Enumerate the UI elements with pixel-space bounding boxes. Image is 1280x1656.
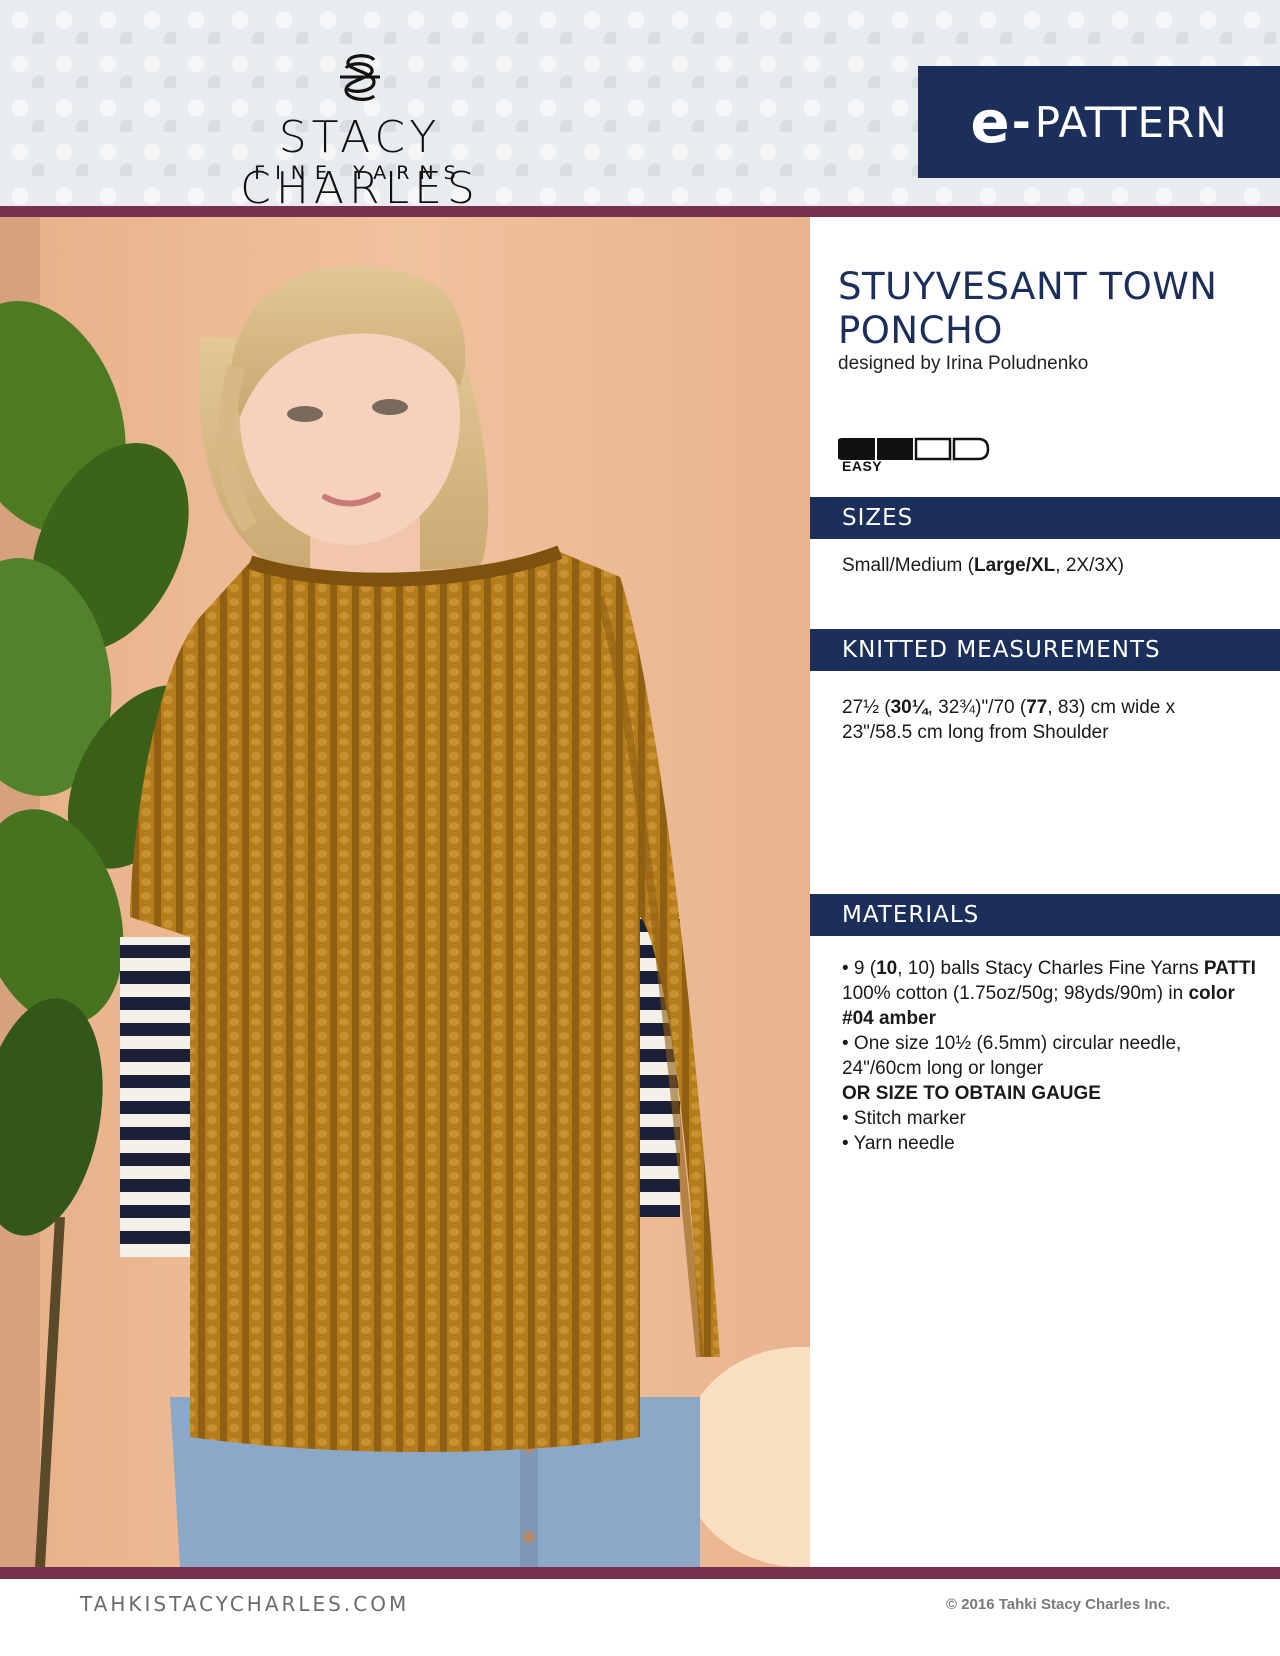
measurements-part-4: 77 [1026,697,1048,718]
measurements-part-6: 23"/58.5 cm long from Shoulder [842,722,1109,743]
copyright-notice: © 2016 Tahki Stacy Charles Inc. [946,1596,1171,1613]
materials-item-yarn: • 9 (10, 10) balls Stacy Charles Fine Ya… [842,956,1262,1031]
yarn-part-5: 100% cotton (1.75oz/50g; 98yds/90m) in [842,983,1189,1004]
materials-heading: MATERIALS [810,894,1280,936]
measurements-part-2: 30¼ [890,697,928,718]
yarn-part-3: , 10) balls Stacy Charles Fine Yarns [897,958,1204,979]
model-photo [0,217,810,1567]
e-pattern-dash: - [1011,95,1031,149]
yarn-part-2: 10 [876,958,898,979]
measurements-part-5: , 83) cm wide x [1047,697,1176,718]
pattern-title: STUYVESANT TOWN PONCHO [838,265,1218,352]
logo-monogram-icon [340,54,380,101]
measurements-heading: KNITTED MEASUREMENTS [810,629,1280,671]
header-banner: STACY CHARLES FINE YARNS e - PATTERN [0,0,1280,214]
measurements-part-3: , 32¾)"/70 ( [927,697,1027,718]
skill-level-label: EASY [842,458,883,474]
bottom-divider [0,1567,1280,1579]
measurements-text: 27½ (30¼, 32¾)"/70 (77, 83) cm wide x 23"… [842,695,1262,745]
brand-logo[interactable]: STACY CHARLES FINE YARNS [150,50,570,214]
e-pattern-badge: e - PATTERN [918,66,1280,178]
materials-item-marker: • Stitch marker [842,1108,966,1129]
e-pattern-e: e [970,88,1010,156]
materials-text: • 9 (10, 10) balls Stacy Charles Fine Ya… [842,956,1262,1156]
designer-credit: designed by Irina Poludnenko [838,353,1089,374]
skill-segment-4 [952,437,990,461]
website-link[interactable]: TAHKISTACYCHARLES.COM [80,1592,409,1616]
sizes-text: Small/Medium (Large/XL, 2X/3X) [842,553,1262,578]
e-pattern-word: PATTERN [1034,97,1228,147]
materials-item-needle: • One size 10½ (6.5mm) circular needle, … [842,1033,1182,1079]
skill-segment-3 [914,437,952,461]
brand-tagline: FINE YARNS [254,162,466,184]
sizes-part-2: Large/XL [973,555,1056,576]
sizes-part-3: , 2X/3X) [1055,555,1124,576]
skill-segment-1 [838,438,875,460]
yarn-part-1: • 9 ( [842,958,877,979]
measurements-part-1: 27½ ( [842,697,891,718]
pattern-info-column: STUYVESANT TOWN PONCHO designed by Irina… [810,217,1280,1567]
materials-gauge-note: OR SIZE TO OBTAIN GAUGE [842,1083,1101,1104]
yarn-part-4: PATTI [1203,958,1256,979]
sizes-heading: SIZES [810,497,1280,539]
materials-item-yarn-needle: • Yarn needle [842,1133,955,1154]
top-divider [0,206,1280,217]
skill-segment-2 [877,438,913,460]
model-in-poncho-image [0,217,810,1567]
sizes-part-1: Small/Medium ( [842,555,974,576]
